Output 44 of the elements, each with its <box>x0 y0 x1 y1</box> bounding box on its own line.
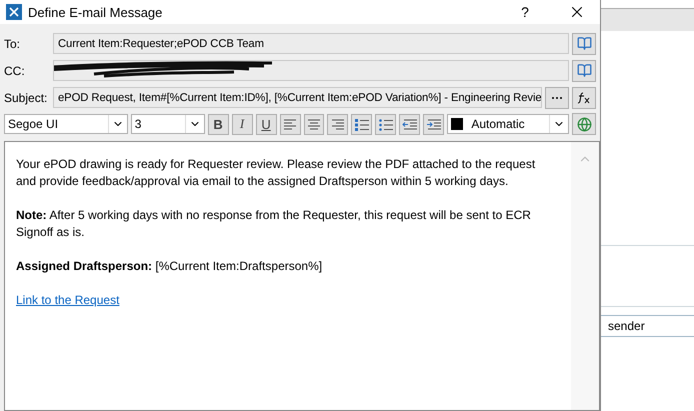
italic-button[interactable]: I <box>232 114 253 134</box>
address-book-button[interactable] <box>572 32 596 54</box>
field-label: To: <box>4 36 22 50</box>
align-left-button[interactable] <box>280 114 300 134</box>
align-center-button[interactable] <box>304 114 324 134</box>
address-book-button[interactable] <box>572 60 596 82</box>
help-button[interactable]: ? <box>502 3 548 21</box>
globe-icon <box>576 116 592 132</box>
indent-button[interactable] <box>423 114 444 134</box>
message-editor[interactable] <box>4 141 600 411</box>
window-title: Define E-mail Message <box>28 4 164 20</box>
font-dropdown[interactable]: Segoe UI <box>4 114 128 134</box>
background-row: sender <box>601 315 694 337</box>
align-right-icon <box>330 117 346 131</box>
align-right-button[interactable] <box>327 114 348 134</box>
outdent-icon <box>402 117 418 131</box>
body-paragraph: Assigned Draftsperson: [%Current Item:Draftsperson%] <box>16 258 324 275</box>
request-link[interactable]: Link to the Request <box>16 293 120 307</box>
numbered-list-button[interactable] <box>351 114 372 134</box>
color-dropdown[interactable]: Automatic <box>447 114 570 134</box>
app-icon <box>6 4 22 20</box>
function-icon <box>577 92 591 104</box>
book-icon <box>576 63 592 78</box>
outdent-button[interactable] <box>399 114 420 134</box>
bullet-list-icon <box>378 117 394 131</box>
insert-link-button[interactable] <box>572 113 596 135</box>
function-button[interactable] <box>572 86 596 108</box>
field-label: Subject: <box>4 90 48 104</box>
indent-icon <box>426 117 442 131</box>
field-label: CC: <box>4 64 26 78</box>
address-field[interactable] <box>53 60 569 81</box>
numbered-list-icon <box>354 117 370 131</box>
body-paragraph: Your ePOD drawing is ready for Requester review. Please review the PDF attached to the request and provide feedback/approval via email to the assigned Draftsperson within 5 working days. <box>16 156 536 190</box>
underline-button[interactable]: U <box>256 114 277 134</box>
bold-button[interactable]: B <box>208 114 229 134</box>
book-icon <box>576 36 592 51</box>
bullet-list-button[interactable] <box>375 114 396 134</box>
ellipsis-icon <box>551 96 563 100</box>
body-paragraph: Note: After 5 working days with no response from the Requester, this request will be sent to ECR Signoff as is. <box>16 207 532 241</box>
size-dropdown[interactable]: 3 <box>130 114 205 134</box>
address-field[interactable]: Current Item:Requester;ePOD CCB Team <box>53 33 569 54</box>
align-center-icon <box>306 117 322 131</box>
subject-field[interactable]: ePOD Request, Item#[%Current Item:ID%], [%Current Item:ePOD Variation%] - Engineering Revie <box>53 87 542 108</box>
align-left-icon <box>282 117 298 131</box>
